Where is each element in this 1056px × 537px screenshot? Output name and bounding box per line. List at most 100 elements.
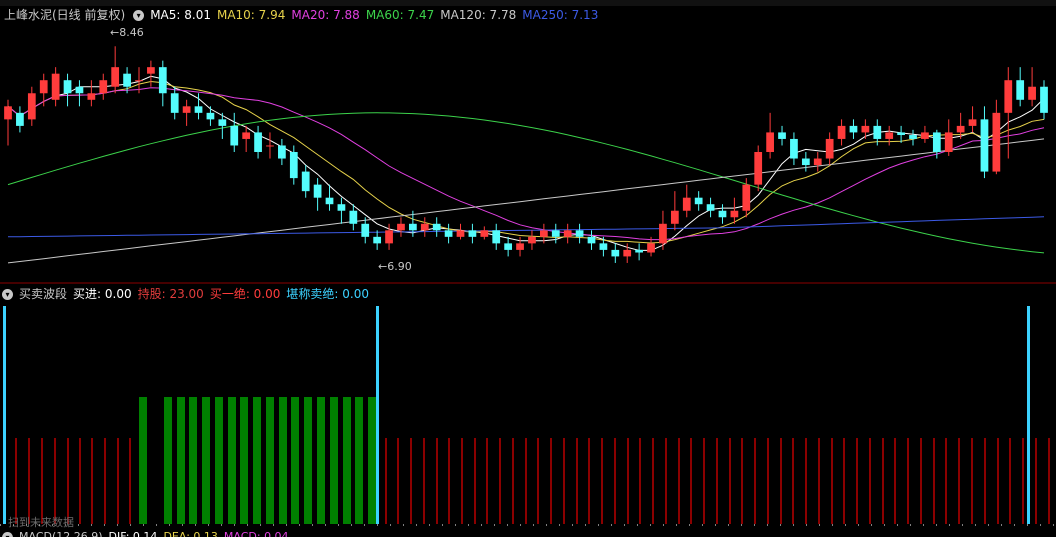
candle xyxy=(361,217,370,244)
buy-bar xyxy=(266,397,274,524)
candle xyxy=(63,73,72,107)
candle xyxy=(87,80,96,107)
indicator-title: 买卖波段 xyxy=(19,287,68,301)
candle xyxy=(99,73,108,100)
chevron-down-icon[interactable]: ▾ xyxy=(2,289,13,300)
candle xyxy=(1004,67,1013,159)
candle xyxy=(909,129,917,146)
candlestick-chart[interactable]: ←8.46 ←6.90 xyxy=(0,22,1056,284)
candle xyxy=(432,217,441,237)
candle xyxy=(182,99,191,126)
candle xyxy=(861,119,870,139)
candle xyxy=(158,60,167,107)
candle xyxy=(75,80,84,107)
signal-bar xyxy=(1027,306,1030,524)
low-annotation: ←6.90 xyxy=(378,260,412,273)
candle xyxy=(659,210,667,250)
legend1-item-4: MA120: 7.78 xyxy=(440,8,517,22)
candle xyxy=(1028,67,1036,107)
candle xyxy=(968,106,977,133)
buy-bar xyxy=(279,397,287,524)
candle xyxy=(825,132,834,166)
candle xyxy=(27,86,36,126)
ma5-line xyxy=(7,75,1045,251)
candle xyxy=(147,60,155,87)
buy-bar xyxy=(304,397,312,524)
candle xyxy=(813,152,822,172)
macd-legend: ▾ MACD(12,26,9) DIF: 0.14 DEA: 0.13 MACD: 0.… xyxy=(0,529,1056,537)
candle xyxy=(587,230,596,250)
candle xyxy=(682,184,691,218)
candle xyxy=(420,217,429,237)
candle xyxy=(563,223,572,244)
legend1-item-3: MA60: 7.47 xyxy=(365,8,435,22)
candle xyxy=(801,152,810,172)
candle xyxy=(992,99,1001,175)
legend3-item-2: DEA: 0.13 xyxy=(163,530,218,537)
stock-title: 上峰水泥(日线 前复权) xyxy=(4,8,126,22)
buy-bar xyxy=(215,397,223,524)
buy-bar xyxy=(317,397,325,524)
candle xyxy=(528,230,536,250)
candle xyxy=(39,73,48,107)
candle xyxy=(206,106,215,126)
candle xyxy=(635,243,643,261)
candle xyxy=(551,223,560,244)
ma10-line xyxy=(7,80,1045,244)
candle xyxy=(111,46,120,94)
candle xyxy=(778,125,786,146)
chevron-down-icon[interactable]: ▾ xyxy=(2,531,13,537)
candle xyxy=(266,132,274,159)
candle xyxy=(504,236,513,257)
legend2-item-3: 堪称卖绝: 0.00 xyxy=(286,287,369,301)
candle xyxy=(1016,67,1025,107)
candle xyxy=(444,223,453,244)
candle xyxy=(301,165,310,198)
candle xyxy=(480,226,489,240)
ma20-line xyxy=(7,87,1045,241)
buy-bar xyxy=(164,397,172,524)
candle xyxy=(849,119,858,139)
candle xyxy=(170,86,179,120)
candle xyxy=(373,230,382,250)
candle xyxy=(921,125,929,143)
candle xyxy=(944,119,953,156)
indicator-chart[interactable] xyxy=(0,302,1056,528)
candle xyxy=(230,112,239,152)
buy-bar xyxy=(330,397,338,524)
candle xyxy=(456,223,465,240)
candle xyxy=(16,106,24,133)
candle xyxy=(706,197,715,218)
buy-bar xyxy=(253,397,261,524)
candle xyxy=(1040,80,1048,120)
legend3-item-0: MACD(12,26,9) xyxy=(19,530,103,537)
legend1-item-2: MA20: 7.88 xyxy=(291,8,360,22)
candle xyxy=(337,197,346,224)
candle xyxy=(397,217,405,237)
candle xyxy=(670,191,679,231)
legend1-item-1: MA10: 7.94 xyxy=(216,8,286,22)
legend2-item-1: 持股: 23.00 xyxy=(137,287,204,301)
buy-bar xyxy=(291,397,299,524)
chevron-down-icon[interactable]: ▾ xyxy=(133,10,145,21)
candle xyxy=(766,112,774,159)
buy-bar xyxy=(177,397,185,524)
signal-bar xyxy=(3,306,6,524)
buy-bar xyxy=(202,397,210,524)
candle xyxy=(885,125,894,146)
candle xyxy=(837,119,846,146)
candle xyxy=(313,178,322,211)
candle xyxy=(492,223,501,250)
candle xyxy=(742,178,751,218)
legend1-item-0: MA5: 8.01 xyxy=(150,8,211,22)
legend1-item-5: MA250: 7.13 xyxy=(522,8,599,22)
candle xyxy=(575,223,584,244)
candle xyxy=(278,138,286,166)
candle xyxy=(694,191,703,211)
indicator-legend: ▾ 买卖波段 买进: 0.00 持股: 23.00 买一绝: 0.00 堪称卖绝: 0.0… xyxy=(0,286,1056,302)
price-legend: 上峰水泥(日线 前复权) ▾ MA5: 8.01 MA10: 7.94 MA20: 7.… xyxy=(0,7,1056,23)
candle xyxy=(242,125,251,152)
candle xyxy=(980,106,989,179)
watermark: 扫到未来数据 xyxy=(8,516,74,529)
candle xyxy=(51,67,60,107)
